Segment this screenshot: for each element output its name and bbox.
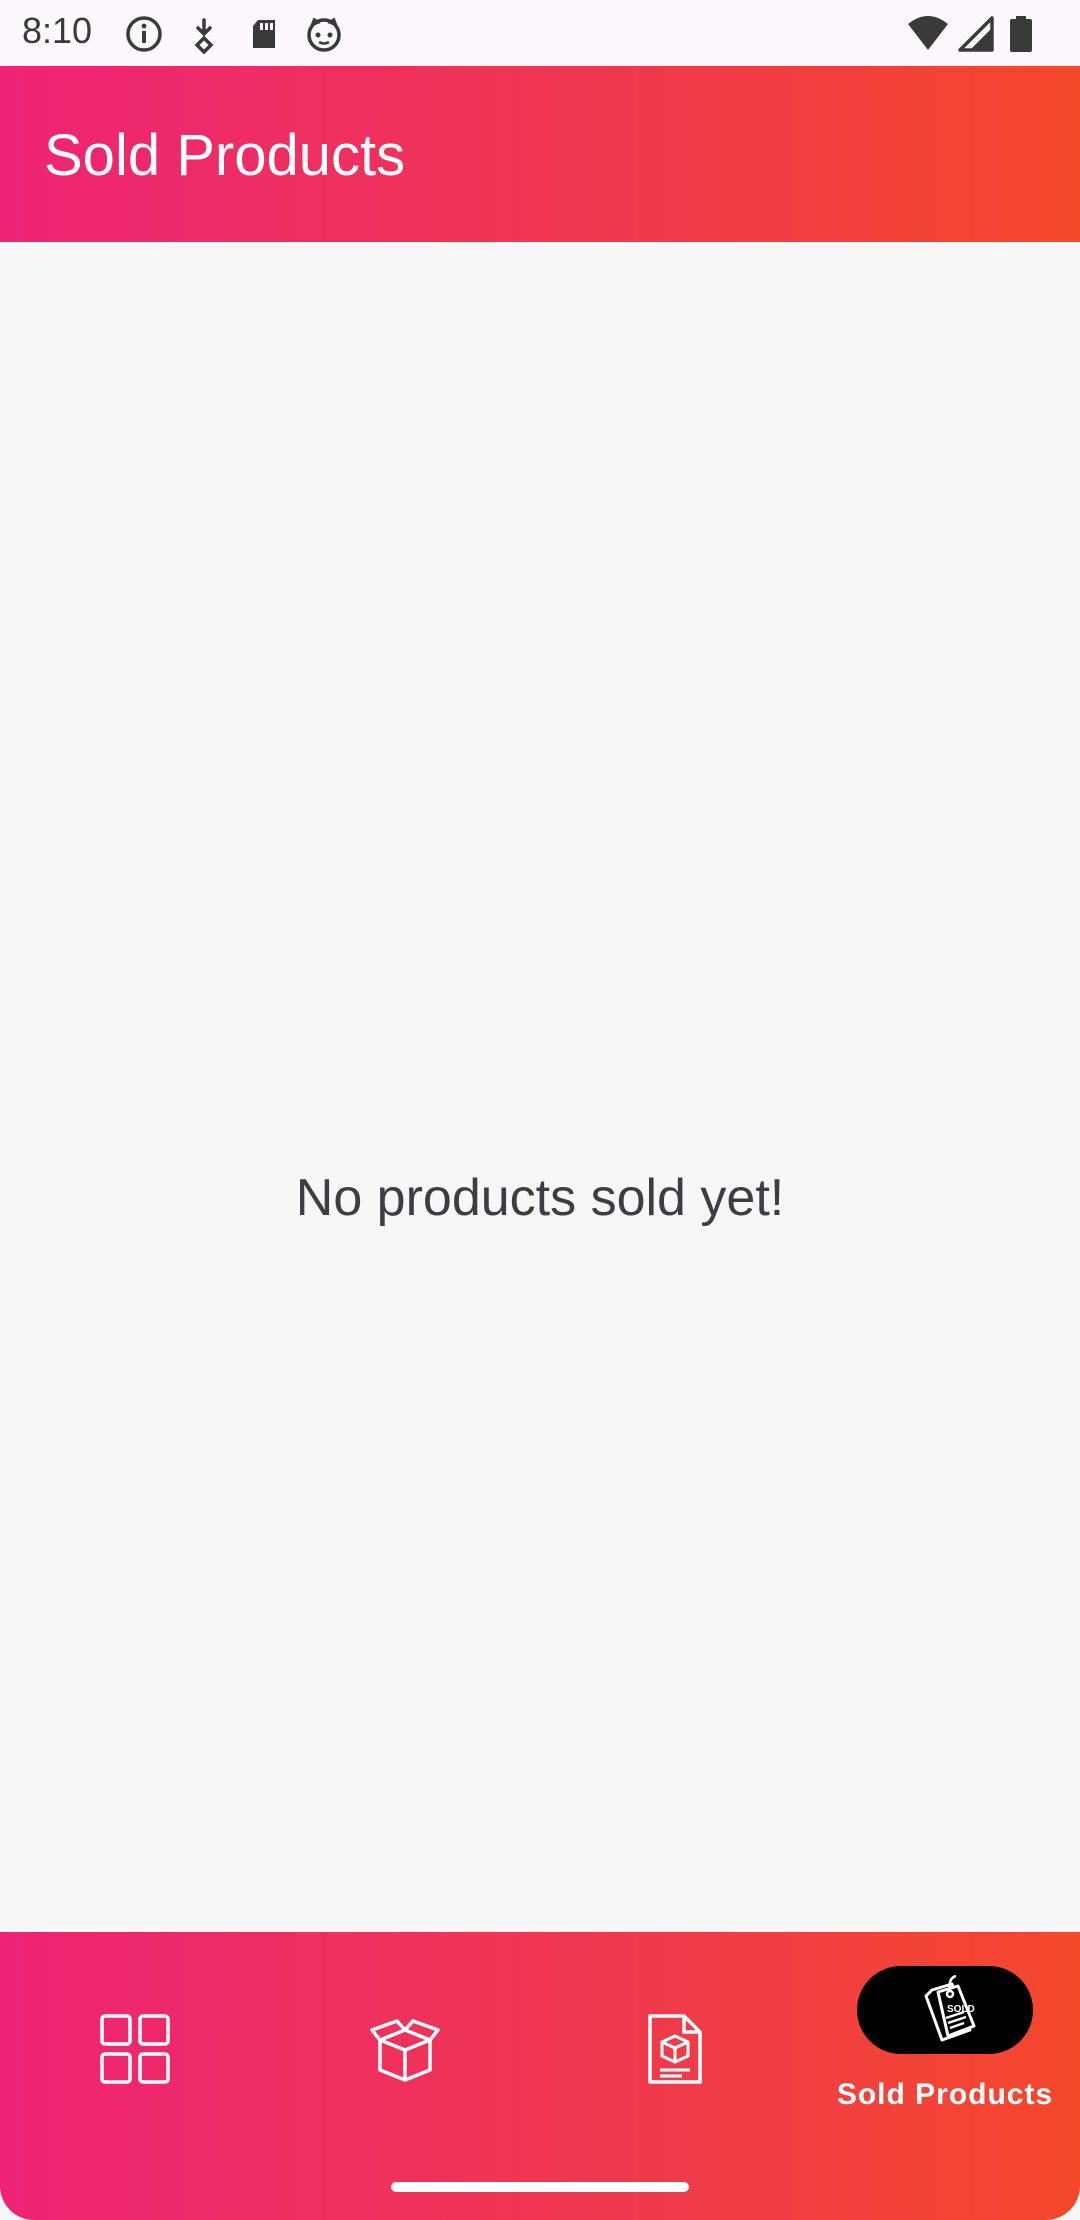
nav-item-label: Sold Products bbox=[836, 2078, 1054, 2111]
page-title: Sold Products bbox=[44, 123, 406, 188]
wifi-icon bbox=[906, 14, 948, 54]
info-icon bbox=[124, 14, 164, 54]
sold-tag-icon: SOLD bbox=[908, 1972, 982, 2046]
bottom-navigation: SOLD Sold Products bbox=[0, 1932, 1080, 2220]
status-bar: 8:10 bbox=[0, 0, 1080, 66]
home-indicator[interactable] bbox=[391, 2182, 689, 2192]
battery-icon bbox=[1006, 14, 1046, 54]
cat-face-icon bbox=[304, 14, 344, 54]
nav-item-dashboard[interactable] bbox=[0, 1932, 270, 2172]
content-area: No products sold yet! bbox=[0, 242, 1080, 1932]
app-bar: Sold Products bbox=[0, 66, 1080, 242]
screen: 8:10 Sold Products No products sold yet!… bbox=[0, 0, 1080, 2220]
product-document-icon bbox=[638, 2012, 712, 2086]
download-icon bbox=[184, 14, 224, 55]
open-box-icon bbox=[368, 2012, 442, 2086]
cellular-signal-icon bbox=[956, 14, 996, 54]
dashboard-grid-icon bbox=[98, 2012, 172, 2086]
nav-item-products[interactable] bbox=[270, 1932, 540, 2172]
nav-item-product-catalog[interactable] bbox=[540, 1932, 810, 2172]
status-icons-left bbox=[124, 14, 344, 55]
empty-state-message: No products sold yet! bbox=[295, 1169, 785, 1227]
status-time: 8:10 bbox=[22, 10, 93, 51]
nav-item-sold-products[interactable]: SOLD Sold Products bbox=[810, 1932, 1080, 2172]
sd-card-icon bbox=[244, 14, 284, 54]
status-icons-right bbox=[906, 14, 1046, 54]
